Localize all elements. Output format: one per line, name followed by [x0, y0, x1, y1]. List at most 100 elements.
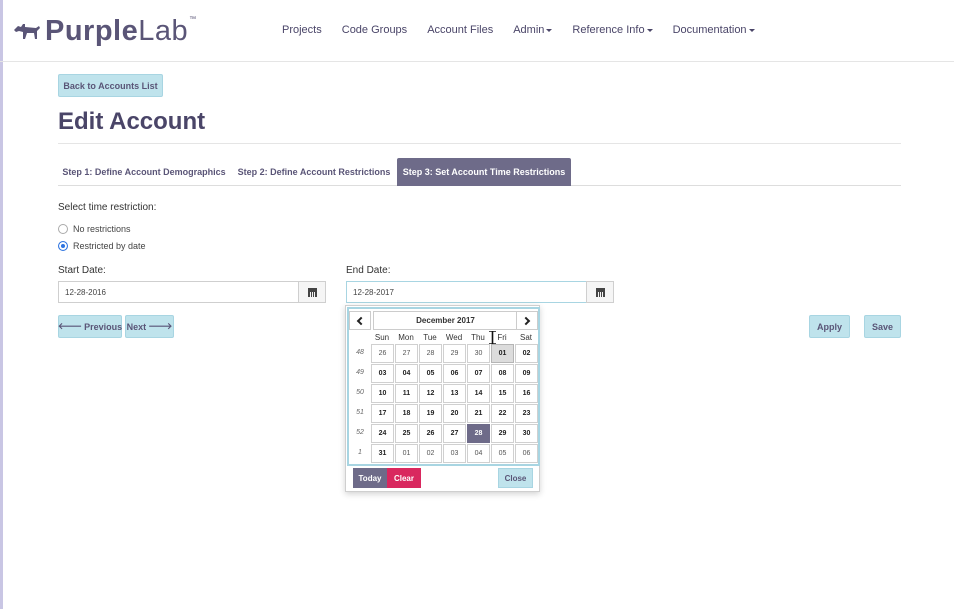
next-button[interactable]: Next 🡒: [125, 315, 174, 338]
start-date-input[interactable]: 12-28-2016: [58, 281, 299, 303]
apply-button[interactable]: Apply: [809, 315, 850, 338]
datepicker-day[interactable]: 29: [443, 344, 466, 363]
datepicker-day[interactable]: 02: [419, 444, 442, 463]
datepicker-day[interactable]: 28: [419, 344, 442, 363]
datepicker-day[interactable]: 31: [371, 444, 394, 463]
datepicker-clear-button[interactable]: Clear: [387, 468, 421, 488]
end-date-input[interactable]: 12-28-2017: [346, 281, 587, 303]
datepicker-day[interactable]: 06: [515, 444, 538, 463]
caret-down-icon: [748, 28, 755, 32]
brand-name: PurpleLab: [45, 14, 189, 47]
datepicker-day[interactable]: 05: [419, 364, 442, 383]
main-nav: Projects Code Groups Account Files Admin…: [282, 24, 775, 36]
end-date-label: End Date:: [346, 265, 391, 276]
next-label: Next: [126, 321, 147, 332]
window-left-edge: [0, 0, 3, 609]
chevron-right-icon: [521, 316, 531, 325]
tab-step-3[interactable]: Step 3: Set Account Time Restrictions: [397, 158, 571, 186]
datepicker-close-button[interactable]: Close: [498, 468, 533, 488]
datepicker-day[interactable]: 15: [491, 384, 514, 403]
datepicker-week-number: 50: [356, 389, 364, 396]
datepicker-day[interactable]: 30: [467, 344, 490, 363]
radio-label: No restrictions: [73, 224, 131, 234]
datepicker-day[interactable]: 10: [371, 384, 394, 403]
datepicker-week-number: 52: [356, 429, 364, 436]
datepicker-popup: December 2017 Sun Mon Tue Wed Thu Fri Sat 48 26 2…: [345, 305, 540, 492]
nav-admin-label: Admin: [513, 24, 545, 36]
tab-step-2[interactable]: Step 2: Define Account Restrictions: [236, 158, 392, 186]
tab-step-1[interactable]: Step 1: Define Account Demographics: [58, 158, 230, 186]
back-to-accounts-button[interactable]: Back to Accounts List: [58, 74, 163, 97]
datepicker-day[interactable]: 20: [443, 404, 466, 423]
nav-account-files[interactable]: Account Files: [427, 24, 493, 36]
datepicker-week-number: 1: [358, 449, 362, 456]
datepicker-day[interactable]: 27: [395, 344, 418, 363]
datepicker-day[interactable]: 26: [371, 344, 394, 363]
nav-code-groups[interactable]: Code Groups: [342, 24, 407, 36]
datepicker-day[interactable]: 05: [491, 444, 514, 463]
datepicker-day[interactable]: 03: [443, 444, 466, 463]
datepicker-day[interactable]: 06: [443, 364, 466, 383]
datepicker-calendar: December 2017 Sun Mon Tue Wed Thu Fri Sat 48 26 2…: [347, 307, 540, 466]
nav-reference-info[interactable]: Reference Info: [572, 24, 653, 36]
datepicker-prev-month-button[interactable]: [349, 311, 371, 330]
datepicker-day[interactable]: 30: [515, 424, 538, 443]
nav-projects[interactable]: Projects: [282, 24, 322, 36]
datepicker-week-number: 49: [356, 369, 364, 376]
datepicker-day[interactable]: 24: [371, 424, 394, 443]
datepicker-day[interactable]: 13: [443, 384, 466, 403]
save-button[interactable]: Save: [864, 315, 901, 338]
wizard-tabs: Step 1: Define Account Demographics Step…: [58, 158, 901, 186]
datepicker-dow-header: Wed: [445, 333, 463, 342]
datepicker-day[interactable]: 04: [467, 444, 490, 463]
datepicker-next-month-button[interactable]: [516, 311, 538, 330]
time-restriction-label: Select time restriction:: [58, 202, 157, 213]
radio-no-restrictions[interactable]: No restrictions: [58, 224, 131, 234]
end-date-calendar-button[interactable]: [586, 281, 614, 303]
brand-logo[interactable]: PurpleLab ™: [12, 13, 196, 49]
datepicker-day[interactable]: 25: [395, 424, 418, 443]
datepicker-day[interactable]: 16: [515, 384, 538, 403]
radio-restricted-by-date[interactable]: Restricted by date: [58, 241, 146, 251]
datepicker-day[interactable]: 22: [491, 404, 514, 423]
datepicker-day[interactable]: 18: [395, 404, 418, 423]
datepicker-day[interactable]: 02: [515, 344, 538, 363]
datepicker-dow-header: Mon: [398, 333, 414, 342]
datepicker-day[interactable]: 27: [443, 424, 466, 443]
datepicker-day[interactable]: 08: [491, 364, 514, 383]
arrow-right-icon: 🡒: [148, 321, 173, 331]
datepicker-month-title[interactable]: December 2017: [373, 311, 518, 330]
nav-admin[interactable]: Admin: [513, 24, 553, 36]
datepicker-day[interactable]: 29: [491, 424, 514, 443]
datepicker-day[interactable]: 01: [395, 444, 418, 463]
datepicker-day[interactable]: 04: [395, 364, 418, 383]
datepicker-day[interactable]: 19: [419, 404, 442, 423]
radio-button-checked[interactable]: [58, 241, 68, 251]
top-navbar: PurpleLab ™ Projects Code Groups Account…: [0, 0, 954, 62]
datepicker-dow-header: Sat: [519, 333, 532, 342]
datepicker-today-button[interactable]: Today: [353, 468, 387, 488]
arrow-left-icon: 🡐: [57, 321, 83, 331]
datepicker-day[interactable]: 21: [467, 404, 490, 423]
text-cursor-icon: [489, 331, 496, 344]
datepicker-day[interactable]: 01: [491, 344, 514, 363]
datepicker-day[interactable]: 03: [371, 364, 394, 383]
nav-documentation[interactable]: Documentation: [673, 24, 755, 36]
datepicker-day[interactable]: 28: [467, 424, 490, 443]
previous-button[interactable]: 🡐 Previous: [58, 315, 122, 338]
datepicker-dow-header: Sun: [374, 333, 390, 342]
datepicker-day[interactable]: 17: [371, 404, 394, 423]
datepicker-day[interactable]: 26: [419, 424, 442, 443]
datepicker-day[interactable]: 23: [515, 404, 538, 423]
radio-button[interactable]: [58, 224, 68, 234]
datepicker-day[interactable]: 12: [419, 384, 442, 403]
datepicker-dow-header: Thu: [471, 333, 485, 342]
datepicker-day[interactable]: 07: [467, 364, 490, 383]
datepicker-day[interactable]: 14: [467, 384, 490, 403]
caret-down-icon: [646, 28, 653, 32]
calendar-icon: [595, 287, 605, 297]
calendar-icon: [307, 287, 317, 297]
start-date-calendar-button[interactable]: [298, 281, 326, 303]
datepicker-day[interactable]: 11: [395, 384, 418, 403]
datepicker-day[interactable]: 09: [515, 364, 538, 383]
